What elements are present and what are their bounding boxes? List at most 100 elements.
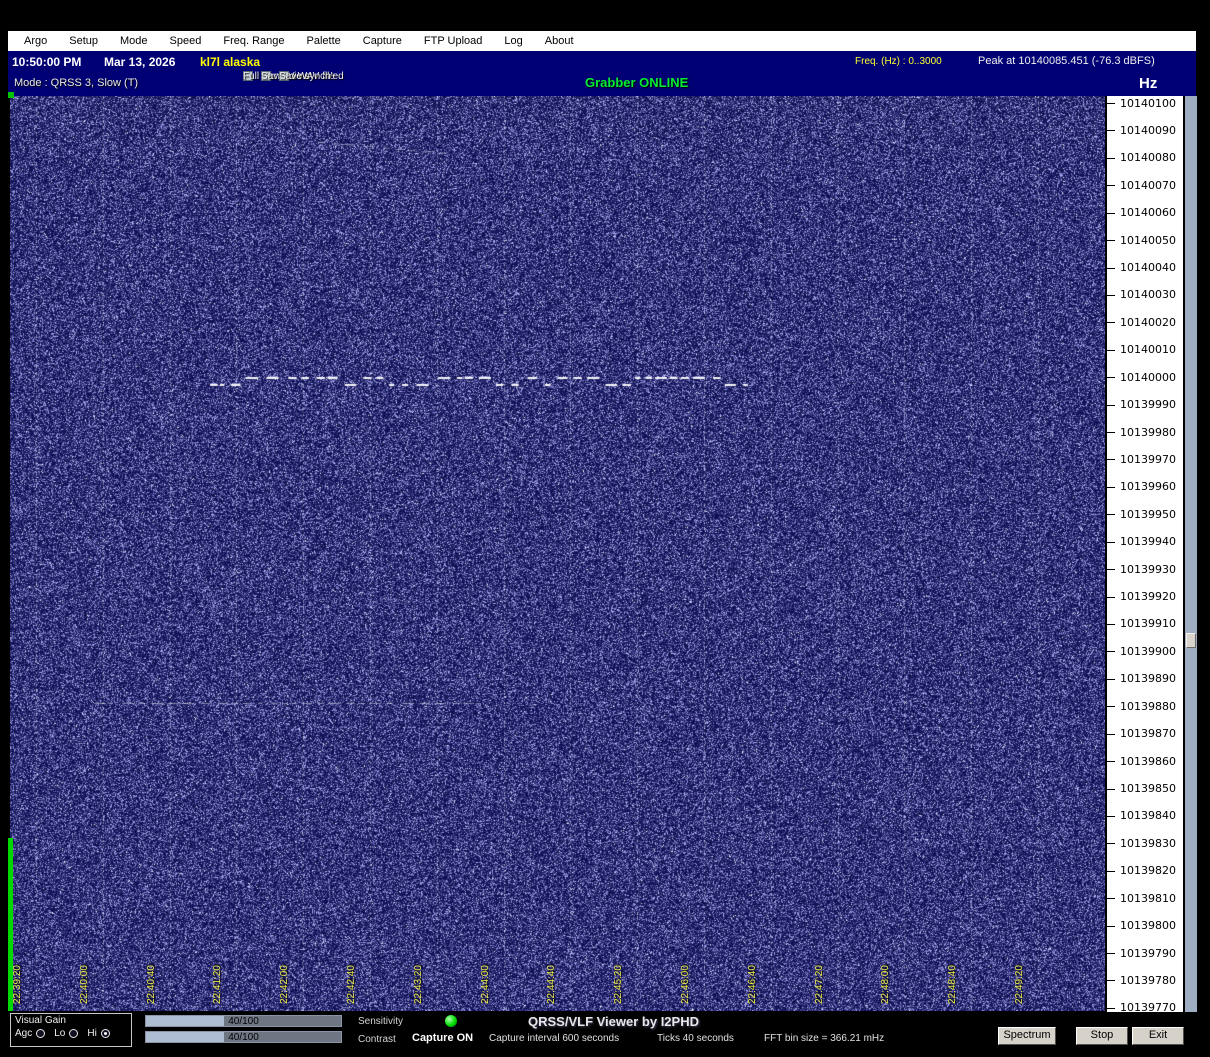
mode-label: Mode : QRSS 3, Slow (T) xyxy=(14,77,138,89)
freq-tick-mark xyxy=(1107,898,1115,899)
time-tick-label: 22:46:40 xyxy=(747,965,759,1004)
freq-label: 10140060 xyxy=(1120,206,1176,219)
menu-item-mode[interactable]: Mode xyxy=(110,35,160,47)
menu-item-freq-range[interactable]: Freq. Range xyxy=(213,35,296,47)
sensitivity-slider[interactable]: 40/100 xyxy=(145,1015,342,1027)
time-tick-label: 22:43:20 xyxy=(413,965,425,1004)
radio-label: Hi xyxy=(87,1028,96,1039)
hz-axis-label: Hz xyxy=(1139,75,1157,92)
visual-gain-option-hi[interactable]: Hi xyxy=(87,1028,109,1039)
freq-tick-mark xyxy=(1107,295,1115,296)
time-tick-label: 22:39:20 xyxy=(12,965,24,1004)
freq-label: 10139900 xyxy=(1120,645,1176,658)
spectrum-button[interactable]: Spectrum xyxy=(998,1027,1056,1045)
checkbox-label: Save synch'ed xyxy=(279,71,344,82)
freq-label: 10140100 xyxy=(1120,97,1176,110)
waterfall-canvas xyxy=(10,96,1105,1011)
capture-interval-label: Capture interval 600 seconds xyxy=(489,1033,619,1044)
freq-label: 10139940 xyxy=(1120,535,1176,548)
freq-tick-mark xyxy=(1107,377,1115,378)
freq-label: 10139930 xyxy=(1120,563,1176,576)
clock-time: 10:50:00 PM xyxy=(12,55,81,69)
menu-bar: ArgoSetupModeSpeedFreq. RangePaletteCapt… xyxy=(8,31,1196,51)
freq-tick-mark xyxy=(1107,268,1115,269)
capture-led-icon xyxy=(445,1015,457,1027)
ticks-label: Ticks 40 seconds xyxy=(657,1033,734,1044)
freq-scale: 1014010010140090101400801014007010140060… xyxy=(1107,96,1183,1012)
time-tick-label: 22:47:20 xyxy=(814,965,826,1004)
time-tick-label: 22:42:00 xyxy=(279,965,291,1004)
time-tick-label: 22:42:40 xyxy=(346,965,358,1004)
time-tick-label: 22:46:00 xyxy=(680,965,692,1004)
freq-label: 10140080 xyxy=(1120,151,1176,164)
freq-tick-mark xyxy=(1107,350,1115,351)
time-tick-label: 22:45:20 xyxy=(613,965,625,1004)
freq-label: 10139800 xyxy=(1120,919,1176,932)
freq-label: 10139820 xyxy=(1120,864,1176,877)
contrast-value: 40/100 xyxy=(146,1032,341,1043)
freq-tick-mark xyxy=(1107,679,1115,680)
menu-item-palette[interactable]: Palette xyxy=(297,35,353,47)
capture-status: Capture ON xyxy=(412,1032,473,1044)
menu-item-argo[interactable]: Argo xyxy=(14,35,59,47)
menu-item-about[interactable]: About xyxy=(535,35,586,47)
time-tick-label: 22:40:40 xyxy=(146,965,158,1004)
freq-label: 10139830 xyxy=(1120,837,1176,850)
visual-gain-option-lo[interactable]: Lo xyxy=(54,1028,78,1039)
scrollbar-thumb[interactable] xyxy=(1186,633,1196,648)
freq-tick-mark xyxy=(1107,624,1115,625)
freq-tick-mark xyxy=(1107,130,1115,131)
freq-tick-mark xyxy=(1107,706,1115,707)
freq-label: 10139840 xyxy=(1120,809,1176,822)
radio-icon[interactable] xyxy=(101,1029,110,1038)
freq-tick-mark xyxy=(1107,651,1115,652)
freq-range-label: Freq. (Hz) : 0..3000 xyxy=(855,56,942,67)
freq-label: 10140040 xyxy=(1120,261,1176,274)
freq-tick-mark xyxy=(1107,569,1115,570)
freq-label: 10139970 xyxy=(1120,453,1176,466)
freq-label: 10139790 xyxy=(1120,947,1176,960)
freq-label: 10140090 xyxy=(1120,124,1176,137)
freq-label: 10139890 xyxy=(1120,672,1176,685)
freq-tick-mark xyxy=(1107,816,1115,817)
freq-label: 10139850 xyxy=(1120,782,1176,795)
menu-item-ftp-upload[interactable]: FTP Upload xyxy=(414,35,495,47)
argo-app-window: ArgoSetupModeSpeedFreq. RangePaletteCapt… xyxy=(0,0,1210,1057)
contrast-slider[interactable]: 40/100 xyxy=(145,1031,342,1043)
stop-button[interactable]: Stop xyxy=(1076,1027,1128,1045)
freq-label: 10139910 xyxy=(1120,617,1176,630)
radio-icon[interactable] xyxy=(36,1029,45,1038)
freq-label: 10139810 xyxy=(1120,892,1176,905)
freq-label: 10140000 xyxy=(1120,371,1176,384)
exit-button[interactable]: Exit xyxy=(1132,1027,1184,1045)
menu-item-log[interactable]: Log xyxy=(494,35,534,47)
freq-tick-mark xyxy=(1107,322,1115,323)
visual-gain-option-agc[interactable]: Agc xyxy=(15,1028,45,1039)
freq-label: 10139880 xyxy=(1120,700,1176,713)
radio-label: Lo xyxy=(54,1028,65,1039)
freq-tick-mark xyxy=(1107,459,1115,460)
radio-label: Agc xyxy=(15,1028,32,1039)
freq-scrollbar[interactable] xyxy=(1185,96,1197,1012)
freq-tick-mark xyxy=(1107,871,1115,872)
freq-tick-mark xyxy=(1107,761,1115,762)
waterfall: 22:39:2022:40:0022:40:4022:41:2022:42:00… xyxy=(10,96,1105,1011)
app-title: QRSS/VLF Viewer by I2PHD xyxy=(528,1014,699,1029)
freq-tick-mark xyxy=(1107,487,1115,488)
control-strip: Mode : QRSS 3, Slow (T) Full Band ViewSa… xyxy=(8,72,1196,96)
freq-tick-mark xyxy=(1107,514,1115,515)
contrast-label: Contrast xyxy=(358,1034,396,1045)
freq-label: 10139960 xyxy=(1120,480,1176,493)
title-bar: 10:50:00 PM Mar 13, 2026 kl7l alaska Fre… xyxy=(8,51,1196,72)
freq-tick-mark xyxy=(1107,843,1115,844)
freq-label: 10140030 xyxy=(1120,288,1176,301)
scan-line-marker xyxy=(8,92,14,98)
freq-tick-mark xyxy=(1107,1008,1115,1009)
freq-label: 10139920 xyxy=(1120,590,1176,603)
menu-item-capture[interactable]: Capture xyxy=(353,35,414,47)
menu-item-setup[interactable]: Setup xyxy=(59,35,110,47)
freq-tick-mark xyxy=(1107,432,1115,433)
radio-icon[interactable] xyxy=(69,1029,78,1038)
freq-tick-mark xyxy=(1107,597,1115,598)
menu-item-speed[interactable]: Speed xyxy=(160,35,214,47)
